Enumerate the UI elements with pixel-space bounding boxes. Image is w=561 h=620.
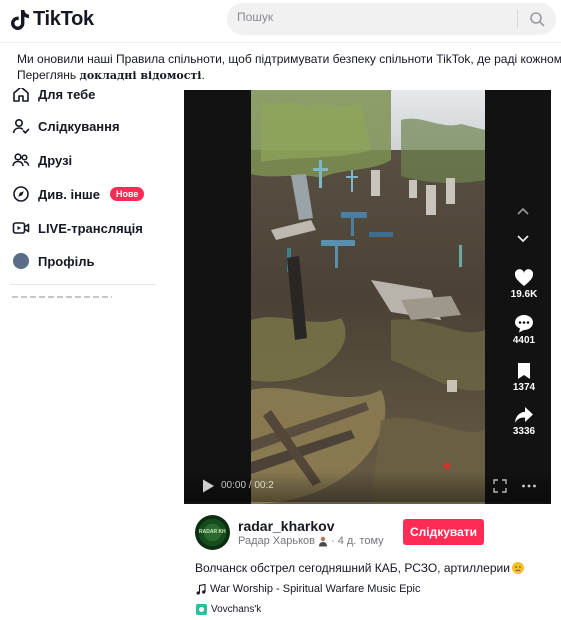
new-badge: Нове <box>110 187 145 201</box>
sidebar-item-for-you[interactable]: Для тебе <box>12 88 95 106</box>
sidebar-item-label: Слідкування <box>38 118 120 134</box>
avatar[interactable]: RADAR KH <box>195 515 230 550</box>
sidebar-divider <box>10 284 156 285</box>
notice-text-2: Переглянь <box>17 68 80 82</box>
share-count: 3336 <box>512 426 536 437</box>
search-input[interactable] <box>237 10 507 24</box>
follow-button[interactable]: Слідкувати <box>403 519 484 545</box>
post-description: Волчанск обстрел сегодняшний КАБ, РСЗО, … <box>195 561 524 575</box>
description-text: Волчанск обстрел сегодняшний КАБ, РСЗО, … <box>195 561 510 575</box>
notice-line-2: Переглянь докладні відомості. <box>17 67 561 84</box>
explore-icon <box>13 186 29 202</box>
video-player[interactable]: 19.6K 4401 1374 3336 <box>184 90 551 504</box>
chevron-up-icon <box>517 207 529 215</box>
more-options-icon[interactable] <box>521 483 537 489</box>
profile-icon <box>13 253 29 269</box>
music-note-icon <box>196 583 206 595</box>
sidebar-item-following[interactable]: Слідкування <box>12 114 120 138</box>
play-icon[interactable] <box>200 478 216 494</box>
comment-count: 4401 <box>512 335 536 346</box>
save-count: 1374 <box>512 382 536 393</box>
location-pin-icon <box>196 604 207 615</box>
person-emoji-icon <box>319 536 327 546</box>
location-name: Vovchans'k <box>211 604 262 615</box>
notice-end: . <box>201 68 205 82</box>
comment-icon <box>515 315 533 333</box>
community-guidelines-notice: Ми оновили наші Правила спільноти, щоб п… <box>0 42 561 88</box>
notice-text: Ми оновили наші Правила спільноти, щоб п… <box>17 52 561 66</box>
sidebar-item-profile[interactable]: Профіль <box>12 249 94 273</box>
live-icon <box>12 222 30 234</box>
sidebar-item-friends[interactable]: Друзі <box>12 148 72 172</box>
video-frame-cemetery <box>251 90 485 504</box>
tiktok-logo[interactable]: TikTok <box>10 8 94 31</box>
sidebar: Для тебе Слідкування Друзі Див. інше Нов… <box>0 88 170 308</box>
search-bar <box>227 3 556 35</box>
friends-icon <box>12 153 30 167</box>
next-video-button[interactable] <box>512 228 534 250</box>
sidebar-item-live[interactable]: LIVE-трансляція <box>12 216 143 240</box>
sidebar-item-label: Друзі <box>38 152 73 168</box>
video-time: 00:00 / 00:2 <box>221 480 274 491</box>
sidebar-truncated-text <box>12 296 112 298</box>
comment-button[interactable]: 4401 <box>505 314 543 346</box>
notice-details-link[interactable]: докладні відомості <box>79 69 201 82</box>
author-subline: Радар Харьков · 4 д. тому <box>238 535 384 547</box>
save-button[interactable]: 1374 <box>505 362 543 393</box>
username[interactable]: radar_kharkov <box>238 518 335 534</box>
home-icon <box>13 88 29 102</box>
sidebar-item-label: Див. інше <box>38 186 100 202</box>
top-bar: TikTok <box>0 0 561 40</box>
brand-name: TikTok <box>33 8 94 30</box>
search-divider <box>517 10 518 28</box>
like-button[interactable]: 19.6K <box>505 269 543 300</box>
bookmark-icon <box>518 363 530 379</box>
share-button[interactable]: 3336 <box>505 406 543 437</box>
location-tag[interactable]: Vovchans'k <box>196 604 261 615</box>
avatar-text: RADAR KH <box>199 529 226 535</box>
display-name: Радар Харьков <box>238 535 315 547</box>
share-icon <box>515 407 533 423</box>
tiktok-logo-icon <box>11 9 29 30</box>
fullscreen-icon[interactable] <box>493 479 507 493</box>
post-age: · 4 д. тому <box>331 535 384 547</box>
heart-icon <box>514 269 534 286</box>
search-button[interactable] <box>525 8 549 30</box>
sidebar-item-label: Профіль <box>38 253 95 269</box>
sidebar-item-explore[interactable]: Див. інше Нове <box>12 182 145 206</box>
sidebar-item-label: Для тебе <box>38 88 96 102</box>
sidebar-item-label: LIVE-трансляція <box>38 220 143 236</box>
previous-video-button[interactable] <box>512 200 534 222</box>
music-info[interactable]: War Worship - Spiritual Warfare Music Ep… <box>196 583 420 595</box>
chevron-down-icon <box>517 235 529 243</box>
music-title: War Worship - Spiritual Warfare Music Ep… <box>210 583 421 595</box>
like-count: 19.6K <box>510 289 538 300</box>
sad-face-emoji-icon <box>511 562 524 574</box>
search-icon <box>530 12 545 27</box>
following-icon <box>12 118 30 134</box>
